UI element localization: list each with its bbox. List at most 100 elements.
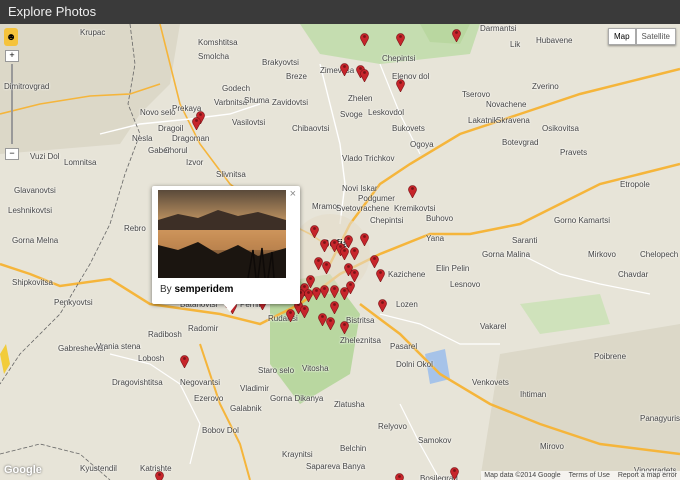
place-label-podgumer: Podgumer	[358, 194, 395, 203]
place-label-relyovo: Relyovo	[378, 422, 407, 431]
place-label-ihtiman: Ihtiman	[520, 390, 547, 399]
place-label-belchin: Belchin	[340, 444, 367, 453]
photo-marker-pin[interactable]	[376, 268, 385, 282]
place-label-tserovo: Tserovo	[462, 90, 491, 99]
title-bar: Explore Photos	[0, 0, 680, 24]
photo-marker-pin[interactable]	[192, 116, 201, 130]
terms-link[interactable]: Terms of Use	[569, 472, 610, 479]
zoom-slider[interactable]	[11, 64, 13, 144]
place-label-izvor: Izvor	[186, 158, 204, 167]
photo-marker-pin[interactable]	[322, 260, 331, 274]
photo-marker-pin[interactable]	[452, 28, 461, 42]
place-label-gorna-dikanya: Gorna Dikanya	[270, 394, 324, 403]
place-label-chepintsi: Chepintsi	[382, 54, 416, 63]
place-label-lozen: Lozen	[396, 300, 418, 309]
photo-marker-pin[interactable]	[180, 354, 189, 368]
place-label-skravena: Skravena	[496, 116, 530, 125]
zoom-in-button[interactable]: +	[5, 50, 19, 62]
place-label-saranti: Saranti	[512, 236, 538, 245]
photo-info-window[interactable]: × By semperidem	[152, 186, 300, 312]
window-title: Explore Photos	[8, 4, 97, 19]
place-label-zavidovtsi: Zavidovtsi	[272, 98, 309, 107]
place-label-zlatusha: Zlatusha	[334, 400, 365, 409]
photo-author-link[interactable]: semperidem	[174, 284, 233, 295]
place-label-shuma: Shuma	[244, 96, 270, 105]
place-label-buhovo: Buhovo	[426, 214, 454, 223]
photo-marker-pin[interactable]	[396, 32, 405, 46]
photo-marker-pin[interactable]	[330, 300, 339, 314]
place-label-vrazhdebna: Novi Iskar	[342, 184, 378, 193]
place-label-dimitrovgrad: Dimitrovgrad	[4, 82, 50, 91]
place-label-smolcha: Smolcha	[198, 52, 230, 61]
photo-marker-pin[interactable]	[300, 304, 309, 318]
place-label-chelopech: Chelopech	[640, 250, 679, 259]
map-type-control: Map Satellite	[607, 28, 676, 45]
photo-marker-pin[interactable]	[320, 238, 329, 252]
place-label-godech: Godech	[222, 84, 251, 93]
photo-marker-pin[interactable]	[350, 246, 359, 260]
place-label-vlado-trichkov: Vlado Trichkov	[342, 154, 395, 163]
photo-marker-pin[interactable]	[396, 78, 405, 92]
place-label-pravets: Pravets	[560, 148, 588, 157]
photo-marker-pin[interactable]	[326, 316, 335, 330]
photo-marker-pin[interactable]	[408, 184, 417, 198]
map-type-satellite-button[interactable]: Satellite	[635, 28, 676, 45]
place-label-leshnikovtsi: Leshnikovtsi	[8, 206, 53, 215]
photo-marker-pin[interactable]	[360, 232, 369, 246]
place-label-yana: Yana	[426, 234, 445, 243]
place-label-slivnitsa: Slivnitsa	[216, 170, 246, 179]
place-label-kazichene: Kazichene	[388, 270, 426, 279]
place-label-poibrene: Poibrene	[594, 352, 627, 361]
place-label-kremikovtsi: Kremikovtsi	[394, 204, 436, 213]
place-label-leskovdol: Leskovdol	[368, 108, 405, 117]
zoom-out-button[interactable]: −	[5, 148, 19, 160]
place-label-rebro: Rebro	[124, 224, 146, 233]
place-label-elin-pelin: Elin Pelin	[436, 264, 470, 273]
photo-marker-pin[interactable]	[370, 254, 379, 268]
place-label-penkyovtsi: Penkyovtsi	[54, 298, 93, 307]
place-label-svetovrachene: Svetovrachene	[336, 204, 390, 213]
place-label-chibaovtsi: Chibaovtsi	[292, 124, 330, 133]
place-label-vuzi-dol: Vuzi Dol	[30, 152, 60, 161]
photo-marker-pin[interactable]	[320, 284, 329, 298]
place-label-chavdar: Chavdar	[618, 270, 649, 279]
map-canvas[interactable]: ☻ + − Map Satellite Krupac Dimitrovgrad Ko…	[0, 24, 680, 480]
photo-marker-pin[interactable]	[310, 224, 319, 238]
place-label-bukovets: Bukovets	[392, 124, 425, 133]
photo-marker-pin[interactable]	[340, 320, 349, 334]
place-label-dragovishtitsa: Dragovishtitsa	[112, 378, 163, 387]
photo-marker-pin[interactable]	[330, 284, 339, 298]
report-error-link[interactable]: Report a map error	[618, 472, 677, 479]
photo-thumbnail[interactable]	[158, 190, 286, 278]
close-icon[interactable]: ×	[290, 188, 296, 200]
photo-marker-pin[interactable]	[340, 62, 349, 76]
photo-marker-pin[interactable]	[378, 298, 387, 312]
photo-marker-pin[interactable]	[286, 308, 295, 322]
place-label-osikovitsa: Osikovitsa	[542, 124, 579, 133]
place-label-stara-reka: Staro selo	[258, 366, 295, 375]
place-label-radibosh: Radibosh	[148, 330, 182, 339]
place-label-dolni-okol: Dolni Okol	[396, 360, 433, 369]
photo-marker-pin[interactable]	[318, 312, 327, 326]
map-type-map-button[interactable]: Map	[607, 28, 636, 45]
place-label-vladimir: Vladimir	[240, 384, 269, 393]
place-label-vrania-stena: Vrania stena	[96, 342, 141, 351]
photo-marker-pin[interactable]	[450, 466, 459, 480]
photo-marker-pin[interactable]	[395, 472, 404, 480]
place-label-zheleni: Zhelen	[348, 94, 373, 103]
place-label-novachene: Novachene	[486, 100, 527, 109]
place-label-sapareva-banya: Sapareva Banya	[306, 462, 366, 471]
map-attribution: Map data ©2014 Google Terms of Use Repor…	[481, 471, 680, 480]
photo-marker-pin[interactable]	[346, 280, 355, 294]
photo-marker-pin[interactable]	[360, 68, 369, 82]
photo-marker-pin[interactable]	[340, 246, 349, 260]
photo-caption: By semperidem	[160, 284, 233, 295]
place-label-komshtitsa: Komshtitsa	[198, 38, 238, 47]
pegman-icon[interactable]: ☻	[4, 28, 18, 46]
place-label-galabnik: Galabnik	[230, 404, 262, 413]
place-label-zverino: Zverino	[532, 82, 559, 91]
photo-marker-pin[interactable]	[360, 32, 369, 46]
google-logo[interactable]: Google	[4, 464, 42, 476]
place-label-bistritsa: Bistritsa	[346, 316, 375, 325]
photo-marker-pin[interactable]	[155, 470, 164, 480]
